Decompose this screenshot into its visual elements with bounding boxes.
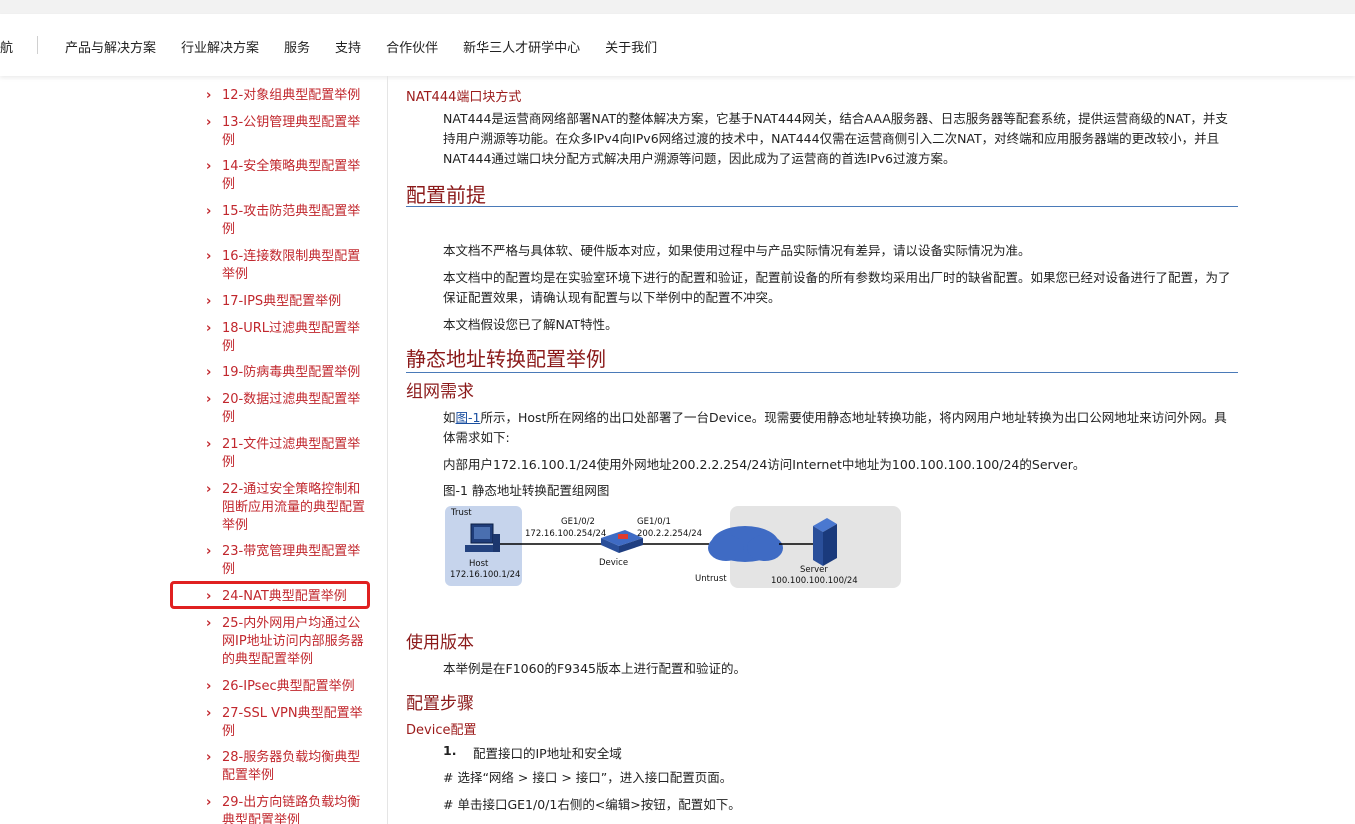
heading-prerequisites: 配置前提 [406,183,486,207]
nav-item-partners[interactable]: 合作伙伴 [386,37,438,56]
toc-item-19[interactable]: › 19-防病毒典型配置举例 [206,364,366,382]
toc-item-21[interactable]: › 21-文件过滤典型配置举例 [206,436,366,472]
host-pc-icon [465,523,500,552]
nav-item-products[interactable]: 产品与解决方案 [65,37,156,56]
chevron-right-icon: › [206,204,212,219]
top-strip [0,0,1355,14]
heading-network-requirements: 组网需求 [406,382,474,402]
requirement-suffix: 所示，Host所在网络的出口处部署了一台Device。现需要使用静态地址转换功能… [443,410,1227,445]
requirement-paragraph: 如图-1所示，Host所在网络的出口处部署了一台Device。现需要使用静态地址… [443,408,1238,448]
toc-item-25[interactable]: › 25-内外网用户均通过公网IP地址访问内部服务器的典型配置举例 [206,615,366,669]
main-content: NAT444端口块方式 NAT444是运营商网络部署NAT的整体解决方案，它基于… [406,76,1238,824]
nav-item-industry[interactable]: 行业解决方案 [181,37,259,56]
chevron-right-icon: › [206,706,212,721]
nav-menu: 产品与解决方案 行业解决方案 服务 支持 合作伙伴 新华三人才研学中心 关于我们 [65,37,682,56]
toc-item-28[interactable]: › 28-服务器负载均衡典型配置举例 [206,749,366,785]
ge101-ip: 200.2.2.254/24 [637,529,703,539]
internet-cloud-icon [708,526,783,562]
ge102-ip: 172.16.100.254/24 [525,529,607,539]
figure-link[interactable]: 图-1 [456,410,481,425]
toc-item-15[interactable]: › 15-攻击防范典型配置举例 [206,203,366,239]
heading-static-nat: 静态地址转换配置举例 [406,347,606,371]
toc-item-13[interactable]: › 13-公钥管理典型配置举例 [206,114,366,150]
prereq-paragraph-3: 本文档假设您已了解NAT特性。 [443,317,618,332]
toc-item-23[interactable]: › 23-带宽管理典型配置举例 [206,543,366,579]
requirement-prefix: 如 [443,410,456,425]
chevron-right-icon: › [206,115,212,130]
chevron-right-icon: › [206,616,212,631]
toc-item-20[interactable]: › 20-数据过滤典型配置举例 [206,391,366,427]
chevron-right-icon: › [206,750,212,765]
nat444-subtitle: NAT444端口块方式 [406,90,522,105]
nav-item-about[interactable]: 关于我们 [605,37,657,56]
toc-item-16[interactable]: › 16-连接数限制典型配置举例 [206,248,366,284]
chevron-right-icon: › [206,321,212,336]
nav-item-talent-center[interactable]: 新华三人才研学中心 [463,37,580,56]
step-instruction-2: # 单击接口GE1/0/1右侧的<编辑>按钮，配置如下。 [443,797,741,812]
chevron-right-icon: › [206,795,212,810]
server-ip: 100.100.100.100/24 [771,576,858,586]
untrust-label: Untrust [695,574,727,584]
step-title: 配置接口的IP地址和安全域 [473,746,622,761]
chevron-right-icon: › [206,437,212,452]
toc-item-12[interactable]: › 12-对象组典型配置举例 [206,87,366,105]
figure-caption: 图-1 静态地址转换配置组网图 [443,483,610,498]
toc-item-29[interactable]: › 29-出方向链路负载均衡典型配置举例 [206,794,366,824]
chevron-right-icon: › [206,544,212,559]
host-ip: 172.16.100.1/24 [450,570,521,580]
nav-item-cut[interactable]: 航 [0,37,13,56]
heading-steps: 配置步骤 [406,694,474,714]
requirement-detail: 内部用户172.16.100.1/24使用外网地址200.2.2.254/24访… [443,457,1086,472]
toc-item-17[interactable]: › 17-IPS典型配置举例 [206,293,366,311]
step-instruction-1: # 选择“网络 > 接口 > 接口”，进入接口配置页面。 [443,770,733,785]
version-paragraph: 本举例是在F1060的F9345版本上进行配置和验证的。 [443,661,747,676]
step-number: 1. [443,743,457,758]
toc-item-27[interactable]: › 27-SSL VPN典型配置举例 [206,705,366,741]
chevron-right-icon: › [206,88,212,103]
nat444-paragraph: NAT444是运营商网络部署NAT的整体解决方案，它基于NAT444网关，结合A… [443,111,1228,166]
sidebar-toc: › 12-对象组典型配置举例 › 13-公钥管理典型配置举例 › 14-安全策略典型配… [0,76,388,824]
top-navbar: 航 产品与解决方案 行业解决方案 服务 支持 合作伙伴 新华三人才研学中心 关于… [0,14,1355,76]
chevron-right-icon: › [206,679,212,694]
toc-item-22[interactable]: › 22-通过安全策略控制和阻断应用流量的典型配置举例 [206,481,366,535]
toc-item-26[interactable]: › 26-IPsec典型配置举例 [206,678,366,696]
ge101-label: GE1/0/1 [637,517,671,527]
chevron-right-icon: › [206,365,212,380]
device-label: Device [599,558,629,568]
chevron-right-icon: › [206,249,212,264]
heading-rule [406,372,1238,373]
toc-item-18[interactable]: › 18-URL过滤典型配置举例 [206,320,366,356]
server-label: Server [800,565,828,575]
device-config-subtitle: Device配置 [406,723,477,738]
heading-rule [406,206,1238,207]
ge102-label: GE1/0/2 [561,517,595,527]
host-label: Host [469,559,489,569]
chevron-right-icon: › [206,482,212,497]
chevron-right-icon: › [206,392,212,407]
highlight-box [170,581,370,609]
nav-item-services[interactable]: 服务 [284,37,310,56]
server-icon [813,518,837,566]
chevron-right-icon: › [206,294,212,309]
prereq-paragraph-1: 本文档不严格与具体软、硬件版本对应，如果使用过程中与产品实际情况有差异，请以设备… [443,243,1031,258]
network-diagram: Trust Internet GE1/0/2 172.16.100.254/24… [443,504,901,592]
toc-item-14[interactable]: › 14-安全策略典型配置举例 [206,158,366,194]
prereq-paragraph-2: 本文档中的配置均是在实验室环境下进行的配置和验证，配置前设备的所有参数均采用出厂… [443,270,1231,305]
nav-separator [37,36,38,54]
chevron-right-icon: › [206,159,212,174]
heading-version: 使用版本 [406,633,474,653]
nav-item-support[interactable]: 支持 [335,37,361,56]
